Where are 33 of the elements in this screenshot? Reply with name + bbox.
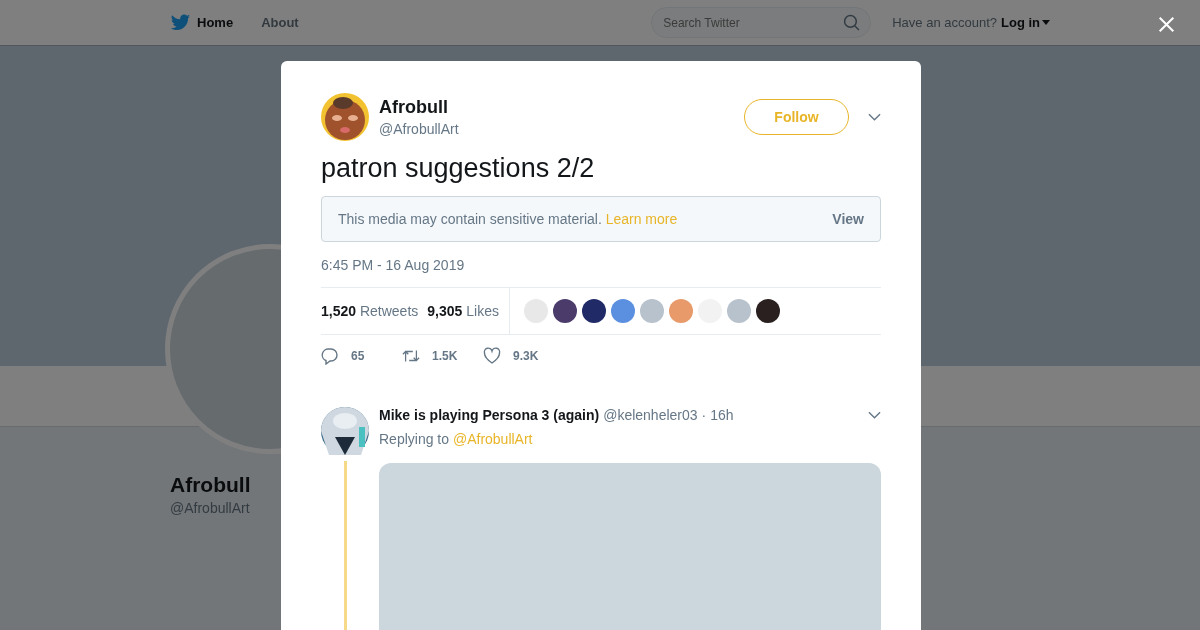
login-link[interactable]: Log in [1001,15,1050,30]
search-field[interactable]: Search Twitter [651,7,872,38]
sensitive-message: This media may contain sensitive material. Learn more [338,211,678,227]
liker-avatar[interactable] [755,299,780,323]
search-icon[interactable] [843,14,861,31]
view-button[interactable]: View [832,211,864,227]
close-icon[interactable] [1158,16,1175,33]
stat-count[interactable]: 1,520 Retweets [321,303,419,319]
liker-avatar[interactable] [581,299,606,323]
profile-name: Afrobull [170,473,252,497]
author-name: Afrobull [379,97,449,118]
replying-to-text: Replying to @AfrobullArt [379,431,534,447]
tweet-timestamp: 6:45 PM - 16 Aug 2019 [321,257,466,273]
reply-icon[interactable] [321,347,339,365]
action-count: 65 [351,349,365,363]
heart-icon[interactable] [483,347,501,365]
stat-count[interactable]: 9,305 Likes [427,303,499,319]
liker-avatar[interactable] [552,299,577,323]
bird-icon[interactable] [170,13,191,32]
profile-handle: @AfrobullArt [170,500,251,516]
reply-author-handle: @kelenheler03 [603,407,698,423]
nav-link[interactable]: About [261,15,299,30]
reply-author-name: Mike is playing Persona 3 (again) [379,407,600,423]
author-handle: @AfrobullArt [379,121,460,137]
chevron-down-icon[interactable] [868,113,881,121]
account-prompt: Have an account? [892,15,997,30]
tweet-text: patron suggestions 2/2 [321,153,596,184]
chevron-down-icon[interactable] [868,411,881,419]
caret-icon[interactable] [1042,20,1050,25]
action-count: 1.5K [432,349,458,363]
reply-time: · 16h [701,407,734,423]
action-count: 9.3K [513,349,539,363]
nav-link[interactable]: Home [197,15,234,30]
